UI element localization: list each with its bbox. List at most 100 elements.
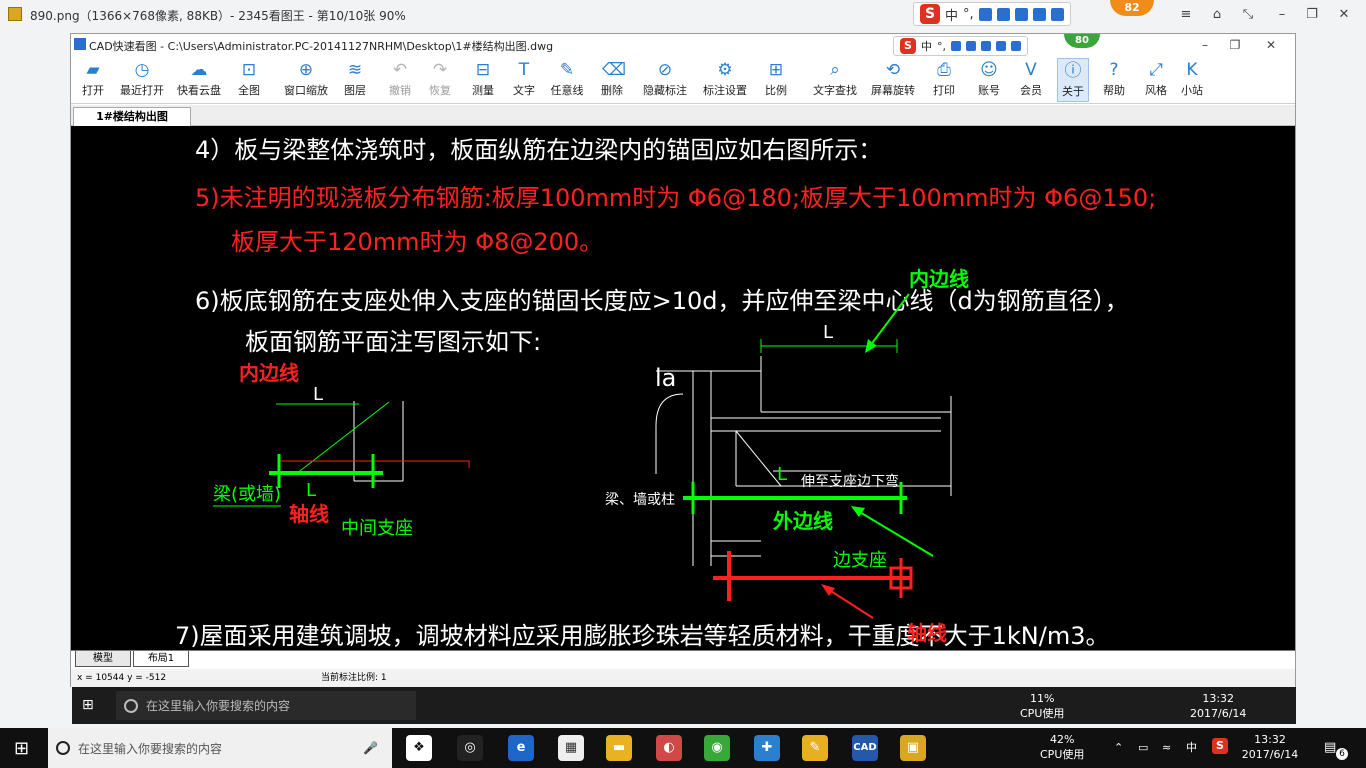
- about-button[interactable]: ⓘ 关于: [1057, 58, 1089, 102]
- mic-icon[interactable]: [978, 7, 992, 21]
- measure-button[interactable]: ⊟ 测量: [466, 58, 500, 102]
- label-inner-edge-right: 内边线: [909, 267, 969, 291]
- cortana-icon[interactable]: [56, 741, 70, 755]
- cloud-label: 快看云盘: [177, 84, 221, 97]
- freeline-button[interactable]: ✎ 任意线: [547, 58, 587, 102]
- notification-icon[interactable]: ▤: [1324, 740, 1336, 755]
- drawing-canvas[interactable]: 4）板与梁整体浇筑时，板面纵筋在边梁内的锚固应如右图所示： 5)未注明的现浇板分…: [71, 126, 1295, 650]
- scale-button[interactable]: ⊞ 比例: [759, 58, 793, 102]
- cloud-button[interactable]: ☁ 快看云盘: [173, 58, 225, 102]
- wrench-icon[interactable]: [1011, 41, 1021, 51]
- rotate-icon: ⟲: [885, 60, 901, 80]
- layout-tabs: 模型 布局1: [71, 650, 1295, 668]
- shirt-icon[interactable]: [996, 41, 1006, 51]
- layers-button[interactable]: ≋ 图层: [337, 58, 373, 102]
- mic-icon[interactable]: 🎤: [363, 741, 378, 755]
- cpu-usage[interactable]: 42% CPU使用: [1040, 732, 1084, 762]
- ime-lang[interactable]: 中: [945, 5, 958, 24]
- label-outer-edge: 外边线: [773, 509, 833, 533]
- help-button[interactable]: ? 帮助: [1097, 58, 1131, 102]
- app-plus-icon[interactable]: ✚: [754, 735, 780, 761]
- help-icon: ?: [1109, 60, 1119, 80]
- find-label: 文字查找: [813, 84, 857, 97]
- notes-icon[interactable]: ✎: [802, 735, 828, 761]
- sogou-icon[interactable]: S: [900, 38, 916, 54]
- cad-score-badge[interactable]: 80: [1064, 34, 1100, 48]
- browser-360-icon[interactable]: ◐: [656, 735, 682, 761]
- rotate-button[interactable]: ⟲ 屏幕旋转: [865, 58, 921, 102]
- close-icon[interactable]: ✕: [1330, 4, 1358, 26]
- text-label: 文字: [513, 84, 535, 97]
- tab-document[interactable]: 1#楼结构出图: [73, 107, 191, 126]
- cad-restore-icon[interactable]: ❐: [1221, 34, 1249, 56]
- clock-date: 2017/6/14: [1241, 748, 1299, 761]
- clock[interactable]: 13:32 2017/6/14: [1240, 732, 1300, 762]
- ime-lang-indicator[interactable]: 中: [1186, 740, 1197, 755]
- delete-button[interactable]: ⌫ 删除: [595, 58, 629, 102]
- undo-button[interactable]: ↶ 撤销: [383, 58, 417, 102]
- windows-start-icon[interactable]: ⊞: [14, 738, 29, 759]
- explorer-icon[interactable]: ▬: [606, 735, 632, 761]
- shirt-icon[interactable]: [1032, 7, 1046, 21]
- k-logo-icon: K: [1186, 60, 1198, 80]
- zoomwin-button[interactable]: ⊕ 窗口缩放: [281, 58, 331, 102]
- user-icon[interactable]: [981, 41, 991, 51]
- green-browser-icon[interactable]: ◉: [704, 735, 730, 761]
- score-badge[interactable]: 82: [1110, 0, 1154, 16]
- search-placeholder[interactable]: 在这里输入你要搜索的内容: [78, 740, 222, 757]
- fit-button[interactable]: ⊡ 全图: [231, 58, 267, 102]
- vip-button[interactable]: V 会员: [1013, 58, 1049, 102]
- store-icon[interactable]: ▦: [558, 735, 584, 761]
- markset-button[interactable]: ⚙ 标注设置: [697, 58, 753, 102]
- ime-toolbar[interactable]: S 中 °,: [913, 2, 1071, 26]
- find-button[interactable]: ⌕ 文字查找: [807, 58, 863, 102]
- edge-icon[interactable]: e: [508, 735, 534, 761]
- skin-icon[interactable]: ⌂: [1203, 4, 1231, 26]
- image-viewer-taskbar-icon[interactable]: ▣: [900, 735, 926, 761]
- wifi-icon[interactable]: ≈: [1162, 740, 1171, 755]
- account-button[interactable]: ☺ 账号: [971, 58, 1007, 102]
- user-icon[interactable]: [1014, 7, 1028, 21]
- style-button[interactable]: ⤢ 风格: [1139, 58, 1173, 102]
- help-label: 帮助: [1103, 84, 1125, 97]
- sogou-icon[interactable]: S: [920, 4, 940, 24]
- cad-taskbar-icon[interactable]: CAD: [852, 735, 878, 761]
- scale-icon: ⊞: [768, 60, 784, 80]
- label-axis-left: 轴线: [289, 502, 329, 526]
- cad-close-icon[interactable]: ✕: [1257, 34, 1285, 56]
- zoom-window-icon: ⊕: [298, 60, 314, 80]
- ime-toolbar-inner[interactable]: S 中 °,: [893, 36, 1028, 56]
- site-button[interactable]: K 小站: [1175, 58, 1209, 102]
- ime-punct[interactable]: °,: [937, 40, 946, 53]
- ime-lang[interactable]: 中: [921, 38, 932, 54]
- cad-minimize-icon[interactable]: –: [1191, 34, 1219, 56]
- wrench-icon[interactable]: [1050, 7, 1064, 21]
- keyboard-icon[interactable]: [996, 7, 1010, 21]
- taskbar-search[interactable]: 在这里输入你要搜索的内容 🎤: [48, 728, 392, 768]
- tab-layout1[interactable]: 布局1: [133, 651, 189, 667]
- text-button[interactable]: T 文字: [507, 58, 541, 102]
- menu-icon[interactable]: ≡: [1172, 4, 1200, 26]
- redo-button[interactable]: ↷ 恢复: [423, 58, 457, 102]
- keyboard-icon[interactable]: [966, 41, 976, 51]
- sogou-tray-icon[interactable]: S: [1212, 738, 1228, 754]
- tab-model[interactable]: 模型: [75, 651, 131, 667]
- baidu-icon[interactable]: ◎: [457, 735, 483, 761]
- ime-punct[interactable]: °,: [963, 7, 974, 22]
- hide-button[interactable]: ⊘ 隐藏标注: [637, 58, 693, 102]
- open-button[interactable]: ▰ 打开: [77, 58, 109, 102]
- battery-icon[interactable]: ▭: [1138, 740, 1148, 755]
- tray-chevron-icon[interactable]: ⌃: [1114, 740, 1123, 755]
- mic-icon[interactable]: [951, 41, 961, 51]
- restore-icon[interactable]: ❐: [1298, 4, 1326, 26]
- windows-taskbar: ⊞ 在这里输入你要搜索的内容 🎤 ❖ ◎ e ▦ ▬ ◐ ◉ ✚ ✎ CAD ▣…: [0, 728, 1366, 768]
- minimize-icon[interactable]: –: [1268, 4, 1296, 26]
- note-5a: 5)未注明的现浇板分布钢筋:板厚100mm时为 Φ6@180;板厚大于100mm…: [195, 184, 1156, 212]
- screenshot-search-placeholder: 在这里输入你要搜索的内容: [146, 699, 291, 713]
- print-button[interactable]: ⎙ 打印: [927, 58, 961, 102]
- screenshot-taskbar-strip: ⊞ 在这里输入你要搜索的内容 11% CPU使用 13:32 2017/6/14: [72, 687, 1296, 724]
- recent-button[interactable]: ◷ 最近打开: [117, 58, 167, 102]
- fullscreen-icon[interactable]: ⤡: [1234, 4, 1262, 26]
- left-detail: [276, 401, 404, 482]
- task-view-icon[interactable]: ❖: [406, 735, 432, 761]
